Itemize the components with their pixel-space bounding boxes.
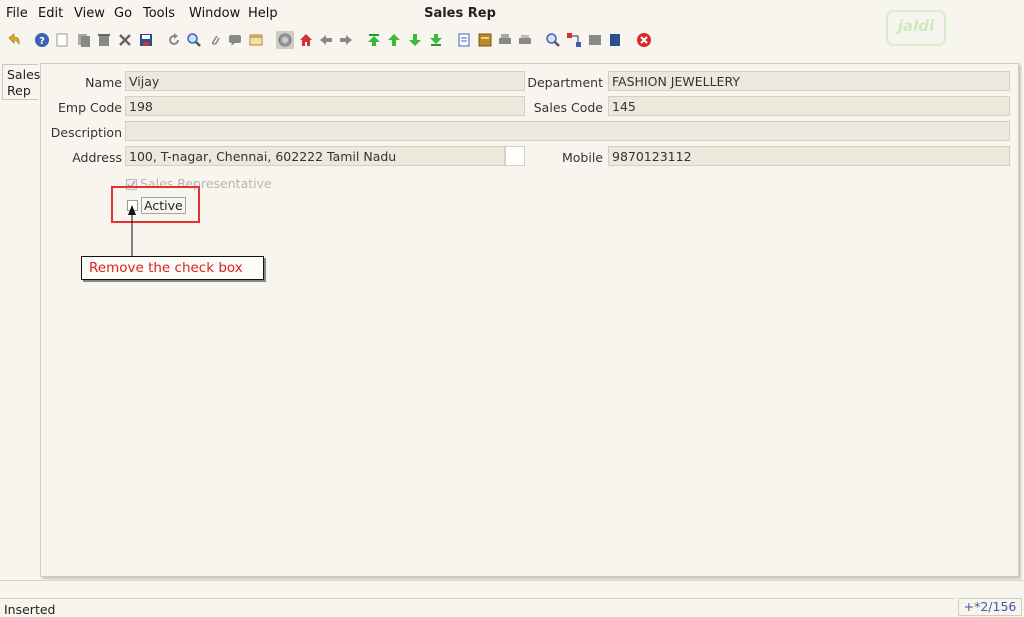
sales-code-label: Sales Code (533, 100, 603, 115)
mobile-field[interactable]: 9870123112 (608, 146, 1010, 166)
print-icon[interactable] (517, 32, 533, 48)
undo-icon[interactable] (6, 32, 22, 48)
attachment-icon[interactable] (207, 32, 223, 48)
find-icon[interactable] (186, 32, 202, 48)
chat-icon[interactable] (227, 32, 243, 48)
delete-selection-icon[interactable] (117, 32, 133, 48)
annotation-arrow-icon (128, 205, 136, 258)
sales-code-field[interactable]: 145 (608, 96, 1010, 116)
toolbar: ? (0, 30, 1024, 54)
delete-record-icon[interactable] (96, 32, 112, 48)
window-title: Sales Rep (424, 6, 496, 21)
last-record-icon[interactable] (428, 32, 444, 48)
annotation-callout: Remove the check box (81, 256, 264, 280)
department-field[interactable]: FASHION JEWELLERY (608, 71, 1010, 91)
requests-icon[interactable] (587, 32, 603, 48)
home-menu-icon[interactable] (276, 31, 294, 49)
svg-text:?: ? (39, 36, 45, 47)
emp-code-label: Emp Code (58, 100, 122, 115)
save-icon[interactable] (138, 32, 154, 48)
home-icon[interactable] (298, 32, 314, 48)
name-label: Name (85, 75, 122, 90)
history-icon[interactable] (248, 32, 264, 48)
record-navigation-info[interactable]: +*2/156 (958, 598, 1022, 616)
emp-code-field[interactable]: 198 (125, 96, 525, 116)
status-separator (0, 598, 955, 599)
next-record-icon[interactable] (407, 32, 423, 48)
print-preview-icon[interactable] (497, 32, 513, 48)
back-icon[interactable] (318, 32, 334, 48)
tab-label-line1: Sales (7, 67, 41, 82)
refresh-icon[interactable] (166, 32, 182, 48)
report-icon[interactable] (456, 32, 472, 48)
department-label: Department (527, 75, 603, 90)
menu-bar: File Edit View Go Tools Window Help Sale… (0, 0, 1024, 28)
status-divider (0, 580, 1024, 595)
description-label: Description (50, 125, 122, 140)
forward-icon[interactable] (338, 32, 354, 48)
archive-icon[interactable] (477, 32, 493, 48)
new-record-icon[interactable] (54, 32, 70, 48)
tab-label-line2: Rep (7, 83, 31, 98)
previous-record-icon[interactable] (386, 32, 402, 48)
workflow-icon[interactable] (566, 32, 582, 48)
address-field[interactable]: 100, T-nagar, Chennai, 602222 Tamil Nadu (125, 146, 505, 166)
tab-sales-rep[interactable]: Sales Rep (2, 64, 41, 100)
address-label: Address (72, 150, 122, 165)
copy-record-icon[interactable] (76, 32, 92, 48)
help-icon[interactable]: ? (34, 32, 50, 48)
mobile-label: Mobile (561, 150, 603, 165)
product-info-icon[interactable] (607, 32, 623, 48)
description-field[interactable] (125, 121, 1010, 141)
zoom-icon[interactable] (545, 32, 561, 48)
first-record-icon[interactable] (366, 32, 382, 48)
close-icon[interactable] (636, 32, 652, 48)
status-text: Inserted (4, 602, 56, 617)
name-field[interactable]: Vijay (125, 71, 525, 91)
